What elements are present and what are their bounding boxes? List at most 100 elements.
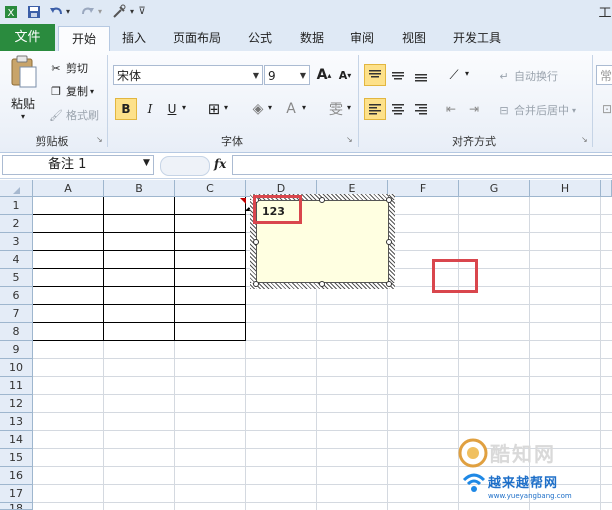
save-icon[interactable] (26, 3, 42, 20)
column-header[interactable]: H (530, 180, 601, 197)
paste-button[interactable]: 粘贴 ▾ (4, 55, 42, 127)
orientation-icon[interactable]: ⟋ (443, 64, 465, 86)
window-title: 工 (598, 6, 612, 21)
align-right-button[interactable] (410, 98, 432, 120)
row-header[interactable]: 2 (0, 215, 33, 233)
merge-center-icon: ⊟ (499, 103, 509, 117)
name-box-dropdown-icon[interactable]: ▼ (143, 158, 150, 168)
align-top-button[interactable] (364, 64, 386, 86)
row-header[interactable]: 13 (0, 413, 33, 431)
align-bottom-button[interactable] (410, 64, 432, 86)
gridline (33, 358, 612, 359)
increase-indent-icon[interactable]: ⇥ (463, 98, 485, 120)
font-color-dropdown-icon[interactable]: ▾ (302, 103, 306, 112)
number-format-select[interactable]: 常 (596, 65, 612, 85)
insert-function-icon[interactable]: fx (214, 157, 226, 171)
font-name-select[interactable]: 宋体 ▼ (113, 65, 263, 85)
select-all-corner[interactable] (0, 180, 33, 197)
row-header[interactable]: 4 (0, 251, 33, 269)
borders-dropdown-icon[interactable]: ▾ (224, 103, 228, 112)
tab-data[interactable]: 数据 (292, 26, 332, 50)
column-header[interactable]: G (459, 180, 530, 197)
fill-color-icon[interactable]: ◈ (247, 98, 269, 120)
orientation-dropdown-icon[interactable]: ▾ (465, 69, 469, 78)
resize-handle[interactable] (319, 197, 325, 203)
underline-button[interactable]: U (161, 98, 183, 120)
align-middle-button[interactable] (387, 64, 409, 86)
paste-icon (11, 55, 37, 88)
row-header[interactable]: 9 (0, 341, 33, 359)
phonetic-guide-button[interactable]: 雯 (325, 98, 347, 120)
row-header[interactable]: 3 (0, 233, 33, 251)
resize-handle[interactable] (386, 197, 392, 203)
borders-icon[interactable]: ⊞ (203, 98, 225, 120)
bold-button[interactable]: B (115, 98, 137, 120)
resize-handle[interactable] (253, 281, 259, 287)
tab-review[interactable]: 审阅 (342, 26, 382, 50)
formula-input[interactable] (232, 155, 612, 175)
format-painter-button[interactable]: 🖌 格式刷 (48, 106, 99, 124)
font-color-button[interactable]: A (280, 98, 302, 120)
row-header[interactable]: 12 (0, 395, 33, 413)
currency-format-icon[interactable]: ⊡ (596, 98, 612, 120)
name-box[interactable]: 备注 1 (2, 155, 154, 175)
resize-handle[interactable] (253, 239, 259, 245)
tools-dropdown-icon[interactable]: ▾ (128, 3, 136, 20)
tab-developer[interactable]: 开发工具 (446, 26, 508, 50)
fill-color-dropdown-icon[interactable]: ▾ (268, 103, 272, 112)
underline-dropdown-icon[interactable]: ▾ (182, 103, 186, 112)
decrease-indent-icon[interactable]: ⇤ (440, 98, 462, 120)
row-header[interactable]: 15 (0, 449, 33, 467)
wrap-text-button[interactable]: ↵ 自动换行 (496, 67, 558, 85)
row-header[interactable]: 6 (0, 287, 33, 305)
row-header[interactable]: 16 (0, 467, 33, 485)
font-launcher-icon[interactable]: ↘ (346, 135, 353, 144)
tab-home[interactable]: 开始 (58, 26, 110, 52)
tab-file[interactable]: 文件 (0, 24, 55, 51)
customize-qat-icon[interactable]: ⊽ (137, 3, 147, 20)
column-header[interactable]: C (175, 180, 246, 197)
font-size-select[interactable]: 9 ▼ (264, 65, 310, 85)
column-header[interactable]: F (388, 180, 459, 197)
redo-dropdown-icon[interactable]: ▾ (96, 3, 104, 20)
resize-handle[interactable] (386, 239, 392, 245)
redo-icon[interactable] (80, 3, 96, 20)
align-top-icon (369, 70, 381, 78)
undo-icon[interactable] (48, 3, 64, 20)
row-header[interactable]: 18 (0, 503, 33, 510)
font-size-dropdown-icon: ▼ (299, 71, 306, 80)
copy-button[interactable]: ❐ 复制 ▾ (48, 82, 94, 100)
row-header[interactable]: 14 (0, 431, 33, 449)
tab-formulas[interactable]: 公式 (240, 26, 280, 50)
phonetic-dropdown-icon[interactable]: ▾ (347, 103, 351, 112)
watermark: 酷知网 越来越帮网 www.yueyangbang.com (456, 434, 612, 510)
alignment-launcher-icon[interactable]: ↘ (581, 135, 588, 144)
italic-button[interactable]: I (139, 98, 161, 120)
row-header[interactable]: 17 (0, 485, 33, 503)
row-header[interactable]: 7 (0, 305, 33, 323)
row-header[interactable]: 1 (0, 197, 33, 215)
undo-dropdown-icon[interactable]: ▾ (64, 3, 72, 20)
tools-icon[interactable] (110, 3, 128, 20)
tab-insert[interactable]: 插入 (114, 26, 154, 50)
resize-handle[interactable] (386, 281, 392, 287)
align-left-button[interactable] (364, 98, 386, 120)
row-header[interactable]: 10 (0, 359, 33, 377)
shrink-font-button[interactable]: A ▾ (334, 64, 356, 86)
merge-center-button[interactable]: ⊟ 合并后居中 ▾ (496, 101, 576, 119)
align-center-button[interactable] (387, 98, 409, 120)
column-header[interactable]: B (104, 180, 175, 197)
wifi-logo-icon (462, 473, 486, 492)
row-header[interactable]: 8 (0, 323, 33, 341)
resize-handle[interactable] (319, 281, 325, 287)
tab-page-layout[interactable]: 页面布局 (167, 26, 227, 50)
cut-button[interactable]: ✂ 剪切 (48, 59, 88, 77)
column-header[interactable]: A (33, 180, 104, 197)
row-header[interactable]: 11 (0, 377, 33, 395)
column-header[interactable] (601, 180, 612, 197)
clipboard-launcher-icon[interactable]: ↘ (96, 135, 103, 144)
row-header[interactable]: 5 (0, 269, 33, 287)
wrap-text-icon: ↵ (499, 69, 509, 83)
grow-font-button[interactable]: A ▴ (313, 64, 335, 86)
tab-view[interactable]: 视图 (394, 26, 434, 50)
